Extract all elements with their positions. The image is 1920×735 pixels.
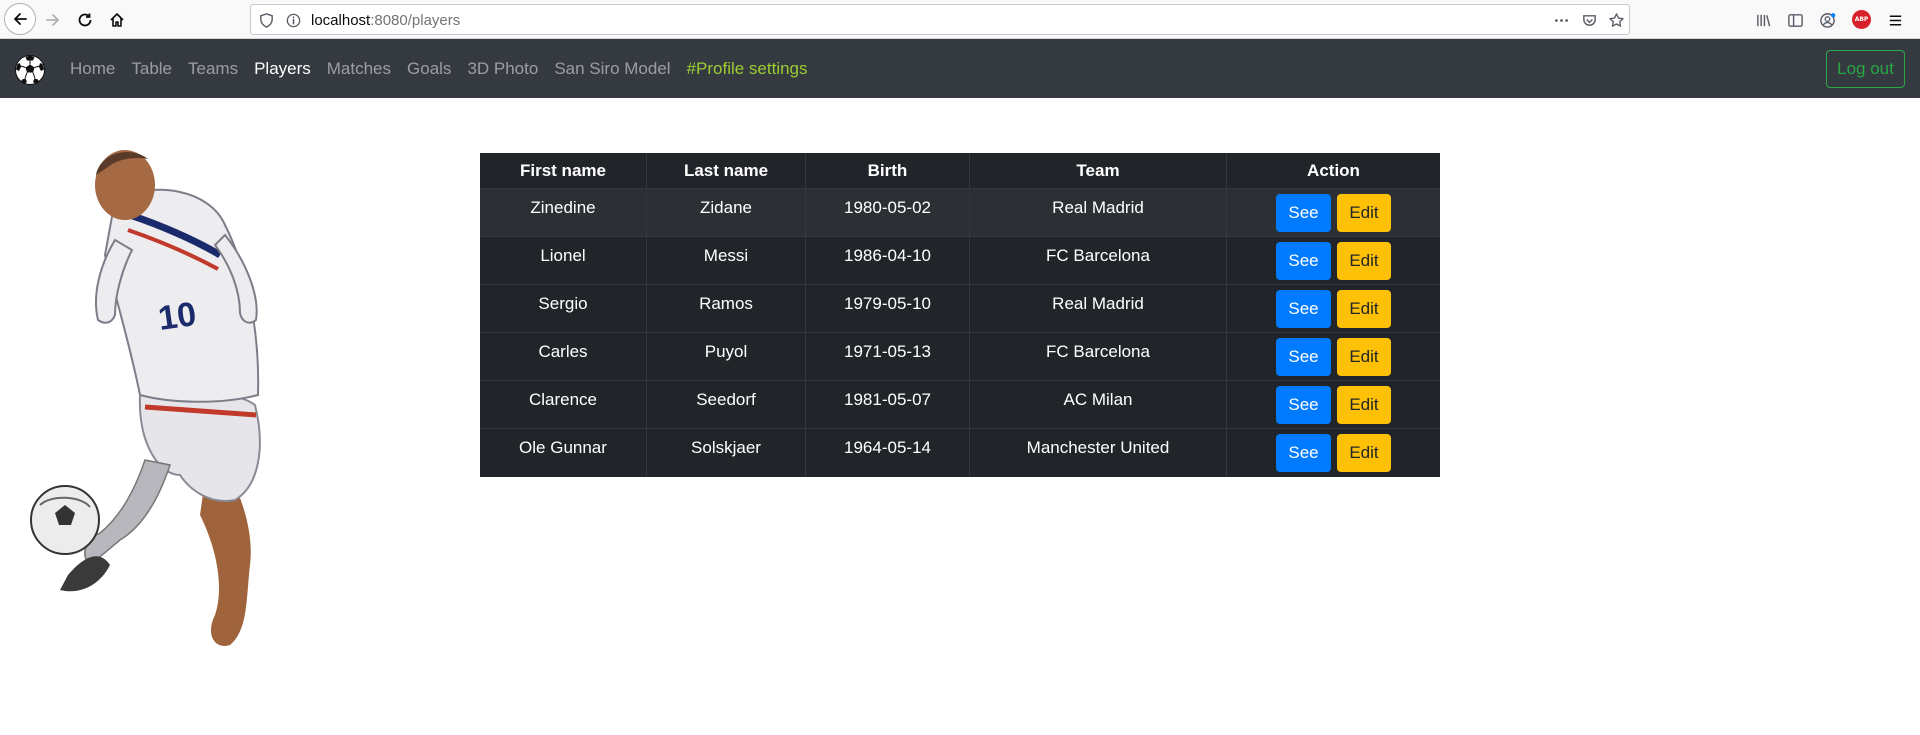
cell-team: FC Barcelona (969, 236, 1227, 285)
header-first-name: First name (480, 153, 647, 189)
browser-toolbar: localhost:8080/players ABP (0, 0, 1920, 39)
url-path: :8080/players (370, 12, 461, 29)
edit-button[interactable]: Edit (1337, 386, 1391, 424)
url-host: localhost (311, 12, 371, 29)
edit-button[interactable]: Edit (1337, 242, 1391, 280)
more-icon[interactable] (1551, 11, 1571, 29)
shield-icon[interactable] (257, 11, 275, 29)
header-action: Action (1226, 153, 1440, 189)
back-arrow-icon[interactable] (4, 3, 36, 35)
nav-link-san-siro-model[interactable]: San Siro Model (546, 59, 678, 79)
see-button[interactable]: See (1276, 242, 1331, 280)
cell-last-name: Seedorf (646, 380, 806, 429)
nav-link-teams[interactable]: Teams (180, 59, 246, 79)
see-button[interactable]: See (1276, 338, 1331, 376)
player-image: 10 (30, 150, 261, 646)
cell-team: FC Barcelona (969, 332, 1227, 381)
header-birth: Birth (805, 153, 970, 189)
cell-first-name: Lionel (480, 236, 647, 285)
cell-actions: See Edit (1226, 188, 1440, 237)
cell-first-name: Sergio (480, 284, 647, 333)
nav-link-goals[interactable]: Goals (399, 59, 459, 79)
table-row: Clarence Seedorf 1981-05-07 AC Milan See… (480, 380, 1440, 429)
nav-link-home[interactable]: Home (62, 59, 123, 79)
pocket-icon[interactable] (1580, 11, 1598, 29)
cell-actions: See Edit (1226, 236, 1440, 285)
header-team: Team (969, 153, 1227, 189)
cell-birth: 1980-05-02 (805, 188, 970, 237)
soccer-ball-icon[interactable] (14, 54, 46, 86)
table-row: Sergio Ramos 1979-05-10 Real Madrid See … (480, 284, 1440, 333)
see-button[interactable]: See (1276, 434, 1331, 472)
nav-link-3d-photo[interactable]: 3D Photo (459, 59, 546, 79)
header-last-name: Last name (646, 153, 806, 189)
table-row: Zinedine Zidane 1980-05-02 Real Madrid S… (480, 188, 1440, 237)
bookmark-star-icon[interactable] (1607, 11, 1625, 29)
cell-birth: 1964-05-14 (805, 428, 970, 477)
menu-icon[interactable] (1886, 11, 1904, 29)
players-table: First name Last name Birth Team Action Z… (480, 153, 1440, 477)
cell-last-name: Zidane (646, 188, 806, 237)
nav-links: Home Table Teams Players Matches Goals 3… (62, 39, 816, 98)
svg-text:10: 10 (156, 295, 199, 338)
nav-link-matches[interactable]: Matches (319, 59, 399, 79)
table-row: Ole Gunnar Solskjaer 1964-05-14 Manchest… (480, 428, 1440, 477)
see-button[interactable]: See (1276, 194, 1331, 232)
library-icon[interactable] (1754, 11, 1772, 29)
reload-icon[interactable] (69, 4, 100, 35)
cell-last-name: Ramos (646, 284, 806, 333)
cell-first-name: Ole Gunnar (480, 428, 647, 477)
edit-button[interactable]: Edit (1337, 434, 1391, 472)
see-button[interactable]: See (1276, 386, 1331, 424)
cell-team: AC Milan (969, 380, 1227, 429)
cell-team: Real Madrid (969, 188, 1227, 237)
edit-button[interactable]: Edit (1337, 194, 1391, 232)
cell-birth: 1979-05-10 (805, 284, 970, 333)
nav-link-profile-settings[interactable]: #Profile settings (679, 59, 816, 79)
cell-team: Manchester United (969, 428, 1227, 477)
nav-link-players[interactable]: Players (246, 59, 319, 79)
sidebar-icon[interactable] (1786, 11, 1804, 29)
cell-first-name: Zinedine (480, 188, 647, 237)
forward-arrow-icon[interactable] (37, 4, 68, 35)
cell-last-name: Solskjaer (646, 428, 806, 477)
nav-link-table[interactable]: Table (123, 59, 180, 79)
logout-button[interactable]: Log out (1826, 50, 1905, 88)
cell-last-name: Puyol (646, 332, 806, 381)
url-text[interactable]: localhost:8080/players (311, 12, 460, 29)
home-icon[interactable] (101, 4, 132, 35)
cell-first-name: Carles (480, 332, 647, 381)
edit-button[interactable]: Edit (1337, 290, 1391, 328)
cell-actions: See Edit (1226, 332, 1440, 381)
cell-birth: 1981-05-07 (805, 380, 970, 429)
cell-first-name: Clarence (480, 380, 647, 429)
table-row: Carles Puyol 1971-05-13 FC Barcelona See… (480, 332, 1440, 381)
see-button[interactable]: See (1276, 290, 1331, 328)
cell-birth: 1971-05-13 (805, 332, 970, 381)
cell-birth: 1986-04-10 (805, 236, 970, 285)
info-icon[interactable] (284, 11, 302, 29)
cell-actions: See Edit (1226, 428, 1440, 477)
table-row: Lionel Messi 1986-04-10 FC Barcelona See… (480, 236, 1440, 285)
cell-actions: See Edit (1226, 380, 1440, 429)
cell-last-name: Messi (646, 236, 806, 285)
cell-team: Real Madrid (969, 284, 1227, 333)
url-bar[interactable]: localhost:8080/players (250, 4, 1630, 35)
table-header-row: First name Last name Birth Team Action (480, 153, 1440, 189)
cell-actions: See Edit (1226, 284, 1440, 333)
account-icon[interactable] (1818, 11, 1836, 29)
edit-button[interactable]: Edit (1337, 338, 1391, 376)
adblock-icon[interactable]: ABP (1852, 10, 1871, 29)
